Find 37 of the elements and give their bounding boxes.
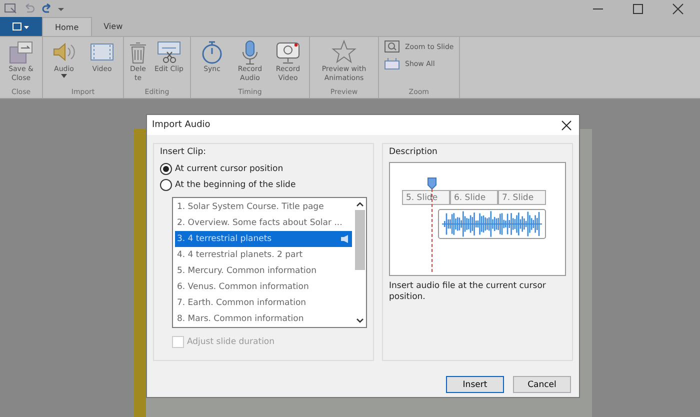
slide-list-item[interactable]: 6. Venus. Common information [175, 279, 352, 295]
slide-list-item[interactable]: 1. Solar System Course. Title page [175, 199, 352, 215]
dialog-button[interactable]: Insert [446, 376, 504, 393]
slide-list-item[interactable]: 4. 4 terrestrial planets. 2 part [175, 247, 352, 263]
radio-option[interactable]: At current cursor position [160, 161, 367, 177]
timeline-slide: 5. Slide [402, 190, 450, 205]
dialog-button[interactable]: Cancel [513, 376, 571, 393]
app-icon[interactable] [4, 2, 18, 14]
radio-button[interactable] [160, 163, 172, 175]
slide-list-item[interactable]: 2. Overview. Some facts about Solar ... [175, 215, 352, 231]
ribbon-tab[interactable]: View [92, 17, 135, 36]
scroll-down-icon[interactable] [356, 318, 364, 324]
timeline-slide: 6. Slide [450, 190, 498, 205]
slide-list-item[interactable]: 3. 4 terrestrial planets [175, 231, 352, 247]
timeline-icon [384, 57, 400, 70]
star-icon [331, 39, 357, 65]
close-icon[interactable] [672, 2, 684, 14]
slide-list-item[interactable]: 7. Earth. Common information [175, 295, 352, 311]
description-text: Insert audio file at the current cursor position. [389, 281, 547, 303]
zoom-icon [384, 40, 400, 53]
app-menu-button[interactable] [0, 17, 42, 36]
radio-button[interactable] [160, 179, 172, 191]
menu-icon [12, 22, 30, 32]
close-icon[interactable] [561, 120, 572, 130]
radio-option[interactable]: At the beginning of the slide [160, 177, 367, 193]
scissors-icon [156, 39, 182, 65]
slide-list-item[interactable]: 8. Mars. Common information [175, 311, 352, 327]
group-label: Insert Clip: [160, 147, 207, 157]
maximize-icon[interactable] [632, 2, 644, 14]
dialog-title: Import Audio [152, 120, 210, 130]
group-label: Description [389, 147, 438, 157]
timeline-slide: 7. Slide [498, 190, 546, 205]
ribbon-tab[interactable]: Home [42, 17, 92, 36]
save-icon [8, 39, 34, 65]
slide-list-item[interactable]: 5. Mercury. Common information [175, 263, 352, 279]
speaker-icon [341, 235, 350, 243]
scroll-up-icon[interactable] [356, 201, 364, 207]
